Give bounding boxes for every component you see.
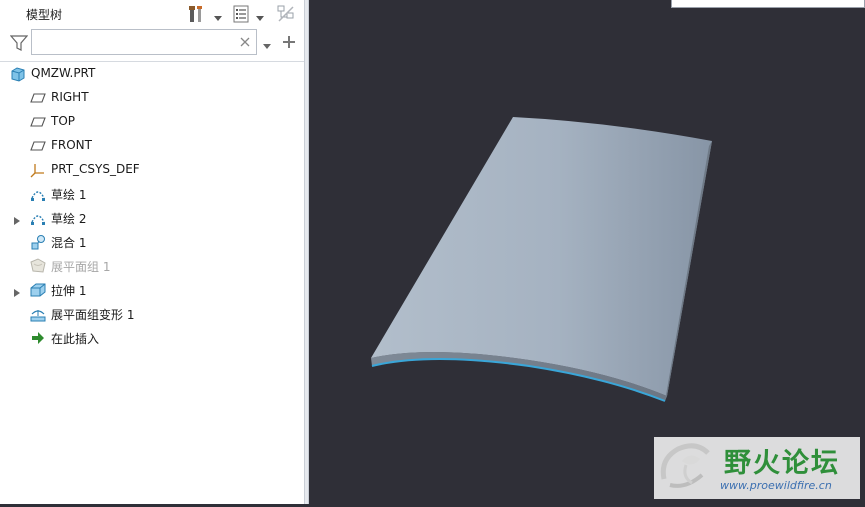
tree-item-sketch-1[interactable]: 草绘 1 [0, 182, 304, 206]
extrude-icon [30, 282, 46, 298]
tree-item-insert-here[interactable]: 在此插入 [0, 326, 304, 350]
top-right-strip [671, 0, 865, 8]
filter-icon[interactable] [9, 34, 29, 52]
tree-item-csys[interactable]: PRT_CSYS_DEF [0, 158, 304, 182]
tree-item-part[interactable]: QMZW.PRT [0, 62, 304, 86]
show-dropdown-caret-icon[interactable] [256, 11, 264, 21]
tree-item-label: 混合 1 [51, 236, 87, 250]
watermark-title: 野火论坛 [724, 448, 840, 479]
model-view-svg [371, 117, 712, 402]
tree-item-label: FRONT [51, 138, 92, 152]
datum-plane-icon [30, 90, 46, 106]
tree-item-flatten-quilt-1[interactable]: 展平面组 1 [0, 254, 304, 278]
insert-here-arrow-icon [30, 330, 46, 346]
search-options-caret-icon[interactable] [263, 39, 271, 49]
tree-item-datum-right[interactable]: RIGHT [0, 86, 304, 110]
sketch-icon [30, 210, 46, 226]
flatten-quilt-icon [30, 258, 46, 274]
sketch-icon [30, 186, 46, 202]
tree-item-datum-front[interactable]: FRONT [0, 134, 304, 158]
search-box[interactable] [31, 29, 257, 55]
add-filter-plus-icon[interactable] [282, 35, 296, 49]
coordinate-system-icon [30, 162, 46, 178]
graphics-viewport[interactable] [309, 0, 865, 504]
proewildfire-logo-icon [656, 439, 716, 497]
tree-item-extrude-1[interactable]: 拉伸 1 [0, 278, 304, 302]
tree-item-label: 展平面组 1 [51, 260, 111, 274]
search-row [0, 28, 304, 58]
tree-item-datum-top[interactable]: TOP [0, 110, 304, 134]
show-list-icon[interactable] [231, 4, 251, 24]
tree-item-label: 展平面组变形 1 [51, 308, 135, 322]
tree-item-blend-1[interactable]: 混合 1 [0, 230, 304, 254]
tree-item-sketch-2[interactable]: 草绘 2 [0, 206, 304, 230]
flatten-deform-icon [30, 306, 46, 322]
settings-tools-icon[interactable] [187, 4, 207, 24]
datum-plane-icon [30, 138, 46, 154]
tree-item-label: 拉伸 1 [51, 284, 87, 298]
tree-search-input[interactable] [36, 33, 236, 51]
model-tree-header: 模型树 [0, 0, 304, 28]
tree-item-label: 草绘 2 [51, 212, 87, 226]
expand-arrow-icon[interactable] [13, 214, 21, 225]
tree-filter-visibility-icon[interactable] [276, 4, 296, 24]
part-icon [10, 66, 26, 82]
tree-item-label: QMZW.PRT [31, 66, 96, 80]
tree-item-label: TOP [51, 114, 76, 128]
tree-item-flatten-deform-1[interactable]: 展平面组变形 1 [0, 302, 304, 326]
settings-dropdown-caret-icon[interactable] [214, 11, 222, 21]
datum-plane-icon [30, 114, 46, 130]
tree-item-label: 草绘 1 [51, 188, 87, 202]
tree-item-label: RIGHT [51, 90, 89, 104]
model-tree-title: 模型树 [26, 8, 63, 22]
tree-item-label: PRT_CSYS_DEF [51, 162, 140, 176]
expand-arrow-icon[interactable] [13, 286, 21, 297]
model-tree-panel: 模型树 QMZW.PRT RIGHT TOP FRONT PRT_CSYS_DE… [0, 0, 304, 504]
watermark-url: www.proewildfire.cn [720, 479, 832, 492]
watermark: 野火论坛 www.proewildfire.cn [654, 437, 860, 499]
blend-icon [30, 234, 46, 250]
clear-search-icon[interactable] [239, 36, 251, 48]
tree-item-label: 在此插入 [51, 332, 100, 346]
